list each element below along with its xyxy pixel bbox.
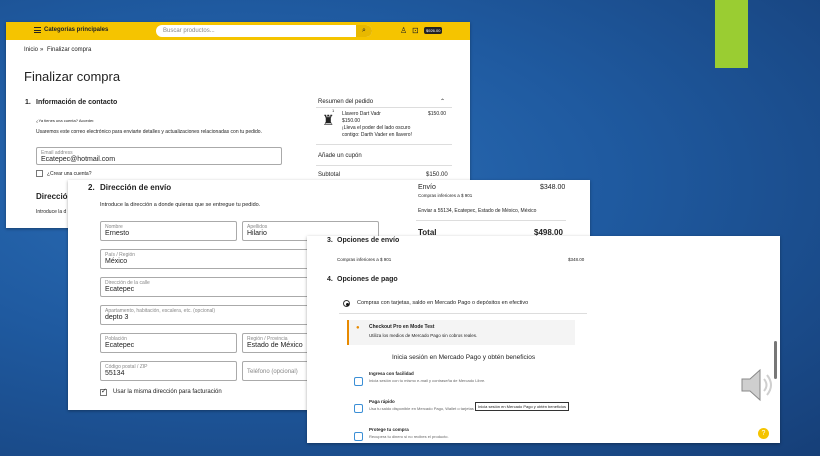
breadcrumb-home[interactable]: Inicio: [24, 47, 38, 53]
search-bar[interactable]: Buscar productos... ⌕: [156, 25, 372, 37]
first-name-value: Ernesto: [105, 230, 130, 237]
postcode-field[interactable]: Código postal / ZIP 55134: [100, 361, 237, 381]
step3-number: 3.: [327, 237, 333, 244]
step2-title: Dirección de envío: [100, 183, 172, 192]
apartment-value: depto 3: [105, 314, 129, 321]
step4-number: 4.: [327, 276, 333, 283]
subtotal-value: $150.00: [426, 172, 448, 178]
create-account-checkbox[interactable]: [36, 170, 43, 177]
product-qty-badge: 1: [332, 108, 335, 113]
shipping-option-label[interactable]: Compras inferiores a $ 901: [337, 257, 391, 262]
benefit2-title: Paga rápido: [369, 399, 395, 404]
email-note: Usaremos este correo electrónico para en…: [36, 129, 262, 135]
payment-option-radio[interactable]: [343, 300, 350, 307]
city-field[interactable]: Población Ecatepec: [100, 333, 237, 353]
shipping-value: $348.00: [540, 184, 566, 191]
postcode-value: 55134: [105, 370, 125, 377]
have-account-link[interactable]: ¿Ya tienes una cuenta? Acceder.: [36, 118, 94, 123]
shield-icon: [354, 432, 363, 441]
divider: [316, 144, 452, 145]
warning-icon: ●: [356, 325, 360, 331]
checkmark-icon: ✓: [101, 388, 107, 395]
shipping-label: Envío: [418, 184, 436, 191]
mercado-pago-heading: Inicia sesión en Mercado Pago y obtén be…: [392, 354, 536, 361]
street-address-value: Ecatepec: [105, 286, 135, 293]
step4-title: Opciones de pago: [337, 276, 398, 283]
email-value: Ecatepec@hotmail.com: [41, 156, 116, 163]
order-summary-title[interactable]: Resumen del pedido: [318, 99, 373, 105]
warning-title: Checkout Pro en Mode Test: [369, 324, 435, 330]
product-description-line1: ¡Lleva el poder del lado oscuro: [342, 125, 411, 131]
payment-option-label[interactable]: Compras con tarjetas, saldo en Mercado P…: [357, 300, 528, 306]
step2-title-partial: Direcció: [36, 192, 68, 201]
search-input[interactable]: Buscar productos...: [163, 28, 215, 34]
same-address-checkbox[interactable]: ✓: [100, 388, 107, 396]
wallet-icon: [354, 404, 363, 413]
cart-total-badge[interactable]: $926.00: [424, 27, 443, 34]
create-account-label: ¿Crear una cuenta?: [47, 171, 92, 177]
benefit1-title: Ingresa con facilidad: [369, 371, 414, 376]
shipping-destination: Enviar a 55134, Ecatepec, Estado de Méxi…: [418, 208, 537, 214]
address-intro: Introduce la dirección a donde quieras q…: [100, 202, 261, 208]
same-address-label: Usar la misma dirección para facturación: [113, 389, 222, 395]
shipping-option-price: $348.00: [568, 257, 585, 262]
product-total: $150.00: [428, 111, 447, 117]
warning-text: Utiliza los medios de Mercado Pago sin c…: [369, 333, 478, 338]
region-value: Estado de México: [247, 342, 303, 349]
help-icon[interactable]: ?: [758, 428, 769, 439]
store-header: Categorías principales Buscar productos.…: [6, 22, 470, 40]
city-value: Ecatepec: [105, 342, 135, 349]
divider: [416, 220, 566, 221]
divider: [316, 165, 452, 166]
subtotal-label: Subtotal: [318, 172, 341, 178]
menu-icon[interactable]: [34, 27, 41, 33]
divider: [316, 107, 452, 108]
step2-number: 2.: [88, 183, 95, 192]
product-description-line2: contigo: Darth Vader en llavero!: [342, 132, 412, 138]
shipping-note: Compras inferiores a $ 901: [418, 193, 473, 198]
step1-title: Información de contacto: [36, 99, 118, 106]
step1-number: 1.: [25, 99, 31, 106]
benefit1-text: Inicia sesión con tu mismo e-mail y cont…: [369, 378, 486, 383]
first-name-field[interactable]: Nombre Ernesto: [100, 221, 237, 241]
add-coupon-link[interactable]: Añade un cupón: [318, 153, 362, 159]
breadcrumb-current: Finalizar compra: [47, 47, 92, 53]
breadcrumb-separator: »: [40, 47, 44, 53]
product-price: $150.00: [342, 118, 361, 124]
phone-placeholder: Teléfono (opcional): [247, 369, 298, 375]
step3-title: Opciones de envío: [337, 237, 400, 244]
user-icon[interactable]: ♙: [400, 26, 407, 35]
tooltip: Inicia sesión en Mercado Pago y obtén be…: [475, 402, 570, 411]
page-title: Finalizar compra: [24, 69, 121, 84]
chevron-up-icon[interactable]: ⌃: [440, 98, 445, 105]
divider: [339, 313, 587, 314]
decorative-green-rectangle: [715, 0, 748, 68]
cart-icon[interactable]: ⊡: [412, 26, 419, 35]
email-field[interactable]: Email address Ecatepec@hotmail.com: [36, 147, 282, 165]
test-mode-warning: ● Checkout Pro en Mode Test Utiliza los …: [347, 320, 575, 345]
intro-partial: Introduce la d: [36, 209, 67, 215]
product-thumbnail-icon: ♜: [322, 112, 335, 128]
benefit3-text: Recupera tu dinero si no recibes el prod…: [369, 434, 449, 439]
checkout-screenshot-payment: 3. Opciones de envío Compras inferiores …: [307, 236, 780, 443]
product-name: Llavero Dart Vadr: [342, 111, 381, 117]
last-name-value: Hilario: [247, 230, 267, 237]
benefit3-title: Protege tu compra: [369, 427, 409, 432]
speaker-icon[interactable]: [738, 365, 778, 405]
search-icon[interactable]: ⌕: [356, 25, 372, 37]
categories-menu[interactable]: Categorías principales: [44, 27, 108, 33]
login-icon: [354, 377, 363, 386]
country-value: México: [105, 258, 128, 265]
